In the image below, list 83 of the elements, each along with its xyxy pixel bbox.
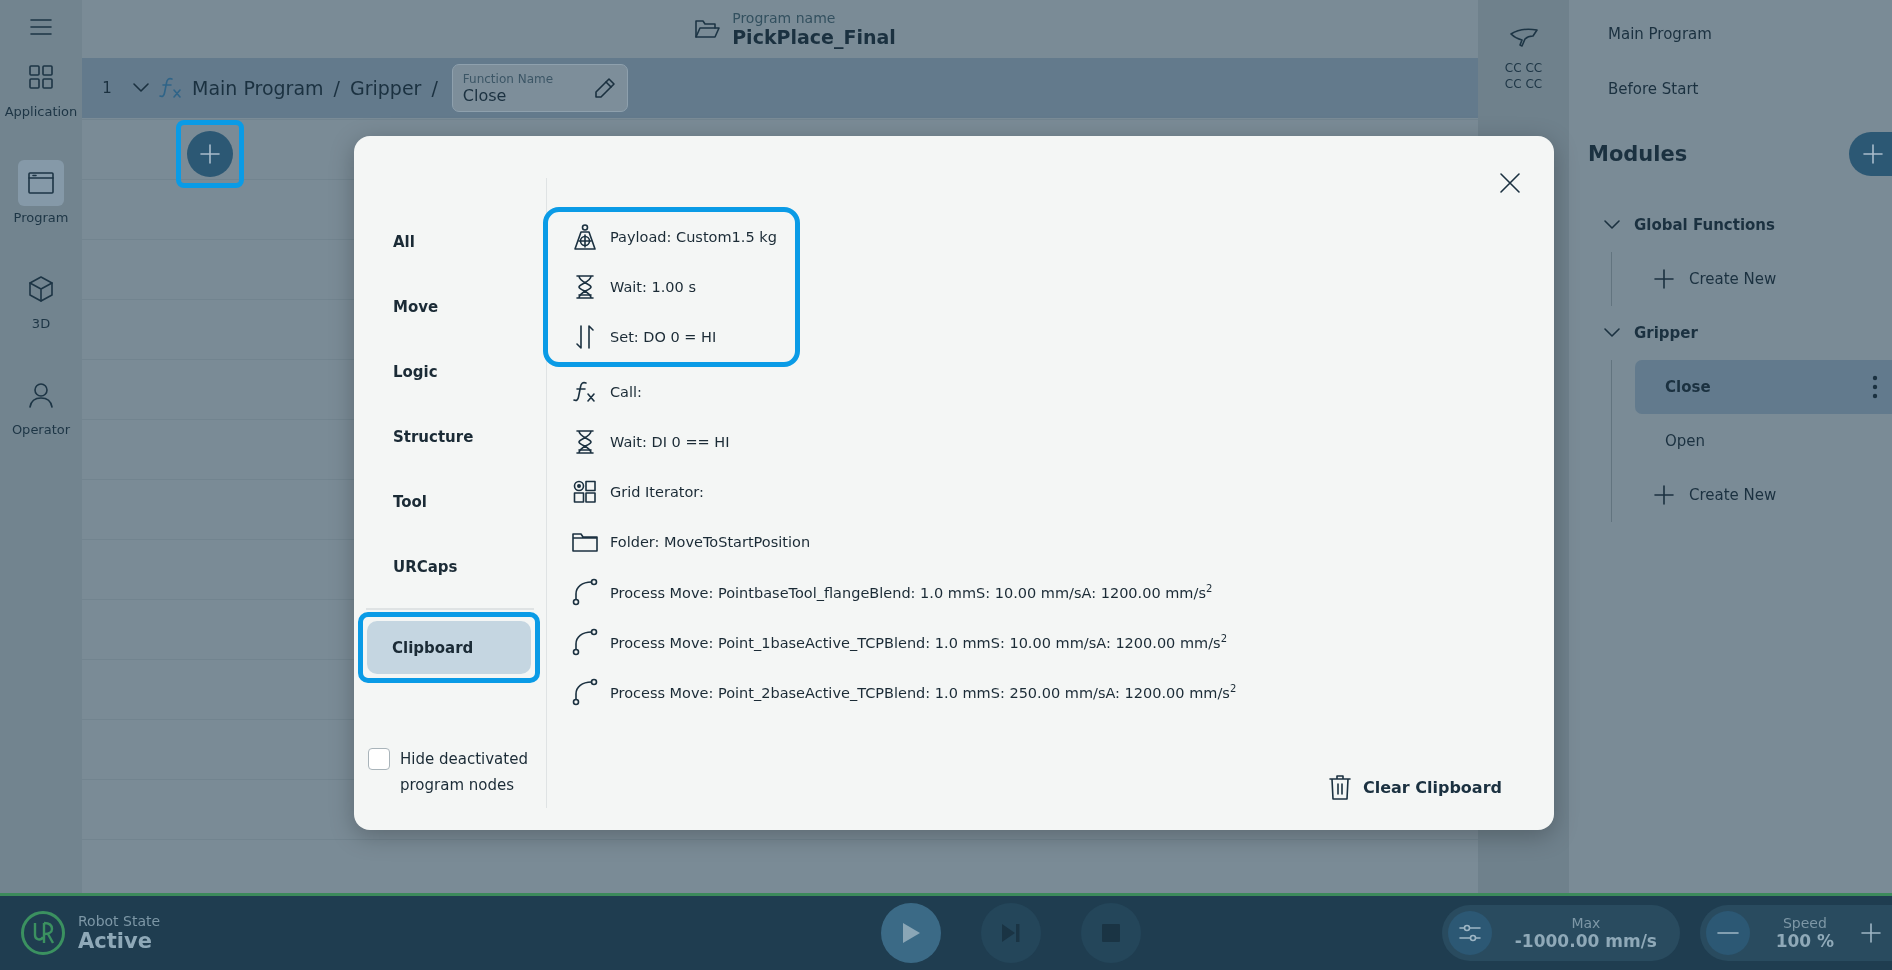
add-node-button[interactable] <box>187 131 233 177</box>
person-icon[interactable] <box>28 382 54 408</box>
close-icon <box>1498 171 1522 195</box>
gripper-icon[interactable] <box>1508 26 1539 48</box>
more-icon[interactable] <box>1872 375 1878 399</box>
plus-icon[interactable] <box>1653 484 1675 506</box>
plus-icon <box>1862 143 1884 165</box>
category-tab[interactable]: Structure <box>368 404 532 469</box>
breadcrumb-separator: / <box>431 77 438 99</box>
plus-icon <box>1860 922 1882 944</box>
sidebar-item[interactable]: Before Start <box>1588 55 1892 110</box>
module-name[interactable]: Global Functions <box>1634 216 1775 234</box>
pencil-icon[interactable] <box>592 76 617 100</box>
clear-clipboard-button[interactable]: Clear Clipboard <box>1328 774 1502 800</box>
folder-icon <box>572 531 598 553</box>
curve-icon <box>572 678 598 706</box>
tool-readout-line: CC CC <box>1504 60 1543 76</box>
category-tab[interactable]: Move <box>368 274 532 339</box>
chevron-icon[interactable] <box>1603 219 1621 231</box>
function-icon <box>158 76 184 100</box>
function-icon <box>572 380 598 404</box>
speed-label: Speed <box>1781 915 1828 931</box>
sidebar-item[interactable]: Main Program <box>1588 0 1892 55</box>
play-icon <box>900 921 922 945</box>
program-name-label: Program name <box>732 10 837 26</box>
grid-icon[interactable] <box>28 64 54 90</box>
clipboard-item[interactable]: Wait: DI 0 == HI <box>610 434 730 450</box>
program-name: PickPlace_Final <box>732 26 896 48</box>
category-tab[interactable]: URCaps <box>368 534 532 599</box>
clipboard-item[interactable]: Set: DO 0 = HI <box>610 329 717 345</box>
speed-value: 100 % <box>1774 931 1836 951</box>
sliders-icon <box>1458 923 1482 943</box>
clipboard-item[interactable]: Process Move: PointbaseTool_flangeBlend: 1.0 mmS: 10.00 mm/sA: 1200.00 mm/s$^{2}$ <box>610 583 1213 601</box>
breadcrumb-separator: / <box>333 77 340 99</box>
module-name[interactable]: Gripper <box>1634 324 1698 342</box>
clipboard-item[interactable]: Process Move: Point_1baseActive_TCPBlend: 1.0 mmS: 10.00 mm/sA: 1200.00 mm/s$^{2}$ <box>610 633 1228 651</box>
plus-icon <box>199 143 221 165</box>
folder-icon[interactable] <box>694 18 721 40</box>
nav-button[interactable] <box>18 160 64 206</box>
robot-state-value: Active <box>78 929 153 953</box>
menu-icon[interactable] <box>30 18 52 36</box>
cube-icon[interactable] <box>28 275 54 303</box>
grid-icon <box>572 480 598 504</box>
logo-icon <box>20 910 66 956</box>
curve-icon <box>572 578 598 606</box>
decrease-button[interactable] <box>1705 911 1750 955</box>
play-button[interactable] <box>881 903 941 963</box>
create-new-link[interactable]: Create New <box>1689 270 1777 288</box>
create-new-link[interactable]: Create New <box>1689 486 1777 504</box>
chevron-icon[interactable] <box>132 82 150 94</box>
speed-control[interactable]: Speed 100 % <box>1699 905 1892 961</box>
adjust-button[interactable] <box>1448 911 1492 955</box>
clipboard-item[interactable]: Call: <box>610 384 642 400</box>
module-function-item[interactable]: Open <box>1635 414 1892 468</box>
curve-icon <box>572 628 598 656</box>
clipboard-item[interactable]: Grid Iterator: <box>610 484 704 500</box>
chevron-icon[interactable] <box>1603 327 1621 339</box>
clipboard-item[interactable]: Folder: MoveToStartPosition <box>610 534 811 550</box>
checkbox[interactable] <box>368 748 390 770</box>
plus-icon[interactable] <box>1653 268 1675 290</box>
clipboard-item[interactable]: Process Move: Point_2baseActive_TCPBlend: 1.0 mmS: 250.00 mm/sA: 1200.00 mm/s$^{2}$ <box>610 683 1237 701</box>
add-module-button[interactable] <box>1849 132 1892 176</box>
tool-readout-line: CC CC <box>1504 76 1543 92</box>
robot-state-label: Robot State <box>78 913 161 929</box>
checkbox-label[interactable]: Hide deactivated program nodes <box>400 746 540 798</box>
category-tab[interactable]: Clipboard <box>367 621 531 674</box>
trash-icon <box>1328 774 1351 800</box>
category-tab[interactable]: Logic <box>368 339 532 404</box>
category-tab[interactable]: Tool <box>368 469 532 534</box>
category-tab[interactable]: All <box>368 209 532 274</box>
clipboard-item[interactable]: Wait: 1.00 s <box>610 279 696 295</box>
increase-button[interactable] <box>1860 922 1882 944</box>
function-name-field[interactable]: Function Name Close <box>451 64 628 112</box>
max-label: Max <box>1570 915 1602 931</box>
line-number: 1 <box>101 79 113 97</box>
clipboard-item[interactable]: Payload: Custom1.5 kg <box>610 229 777 245</box>
max-value: -1000.00 mm/s <box>1513 931 1658 951</box>
minus-icon <box>1716 931 1739 935</box>
program-node-row[interactable]: 1 Main Program / Gripper / Function Name Close <box>82 58 1478 118</box>
modules-title: Modules <box>1588 142 1688 166</box>
max-speed-control[interactable]: Max -1000.00 mm/s <box>1442 905 1680 961</box>
window-icon[interactable] <box>28 172 54 194</box>
weight-icon <box>572 223 598 251</box>
